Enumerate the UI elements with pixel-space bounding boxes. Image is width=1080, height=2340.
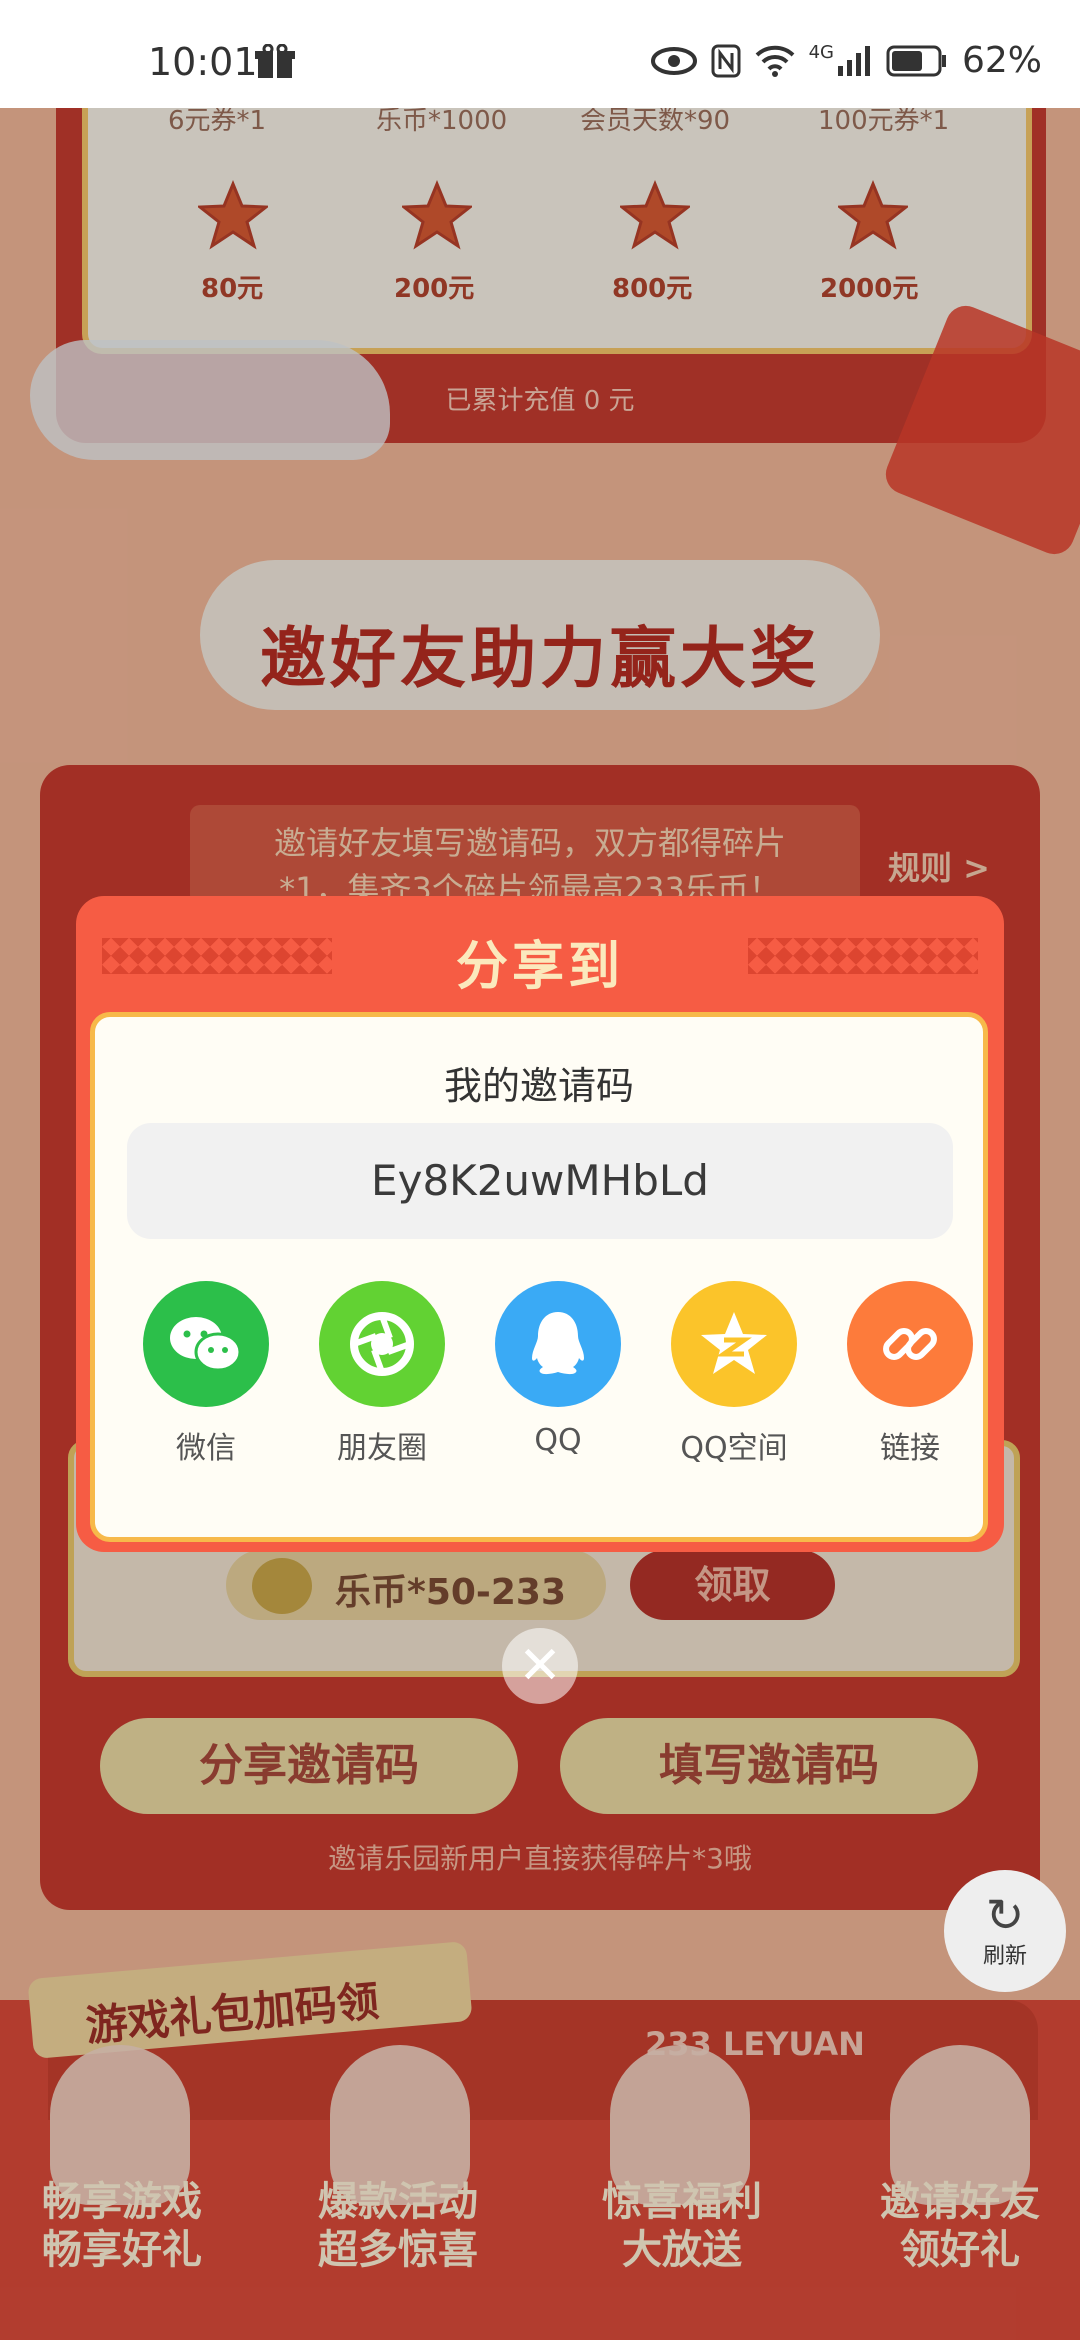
share-label: 链接 — [880, 1431, 940, 1466]
wechat-icon — [143, 1281, 269, 1407]
share-label: QQ — [534, 1423, 582, 1458]
wifi-icon — [755, 45, 794, 77]
close-icon: ✕ — [518, 1636, 562, 1696]
invite-code-label: 我的邀请码 — [443, 1064, 634, 1108]
refresh-icon: ↻ — [985, 1888, 1025, 1942]
qq-icon — [495, 1281, 621, 1407]
moments-icon — [319, 1281, 445, 1407]
link-icon — [847, 1281, 973, 1407]
share-label: 朋友圈 — [337, 1431, 427, 1466]
share-qq[interactable]: QQ — [483, 1281, 633, 1458]
eye-icon — [650, 46, 697, 75]
close-dialog-button[interactable]: ✕ — [502, 1628, 578, 1704]
share-qzone[interactable]: QQ空间 — [659, 1281, 809, 1467]
share-label: QQ空间 — [680, 1431, 788, 1466]
dialog-body: 我的邀请码 Ey8K2uwMHbLd 微信 朋友圈 QQ QQ空间 链接 — [90, 1012, 988, 1542]
battery-icon — [886, 45, 946, 76]
share-dialog: 分享到 我的邀请码 Ey8K2uwMHbLd 微信 朋友圈 QQ QQ空间 链接 — [76, 896, 1004, 1552]
battery-percent: 62% — [961, 40, 1042, 81]
share-label: 微信 — [176, 1431, 236, 1466]
status-icons: 4G 62% — [650, 40, 1042, 81]
network-type: 4G — [808, 42, 834, 63]
share-link[interactable]: 链接 — [835, 1281, 985, 1467]
nfc-icon — [711, 44, 741, 77]
gift-icon — [255, 44, 295, 78]
dialog-title: 分享到 — [455, 937, 624, 997]
qzone-icon — [671, 1281, 797, 1407]
status-bar: 10:01 4G 62% — [0, 0, 1080, 108]
invite-code-field[interactable]: Ey8K2uwMHbLd — [127, 1123, 953, 1239]
status-time: 10:01 — [148, 40, 258, 84]
share-wechat[interactable]: 微信 — [131, 1281, 281, 1467]
signal-icon — [837, 45, 870, 76]
share-moments[interactable]: 朋友圈 — [307, 1281, 457, 1467]
refresh-label: 刷新 — [982, 1944, 1027, 1969]
refresh-button[interactable]: ↻ 刷新 — [944, 1870, 1066, 1992]
